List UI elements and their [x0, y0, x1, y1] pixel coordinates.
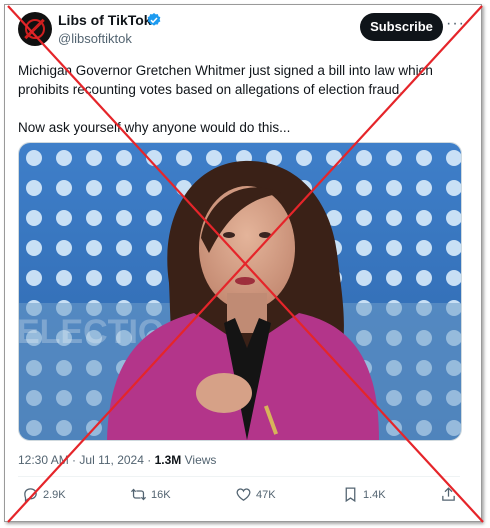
avatar[interactable] — [18, 12, 52, 46]
tweet-date[interactable]: Jul 11, 2024 — [79, 453, 144, 467]
reply-count: 2.9K — [43, 488, 66, 501]
more-options-icon[interactable]: ··· — [446, 15, 465, 33]
views-label: Views — [184, 453, 217, 467]
bookmark-icon — [345, 487, 356, 503]
tweet-text-paragraph-1: Michigan Governor Gretchen Whitmer just … — [18, 63, 433, 97]
repost-count: 16K — [151, 488, 171, 501]
account-handle[interactable]: @libsoftiktok — [58, 31, 132, 46]
meta-separator: · — [72, 453, 77, 467]
share-icon[interactable] — [440, 486, 457, 503]
like-button[interactable]: 47K — [235, 486, 276, 503]
repost-icon — [130, 488, 147, 501]
subscribe-button[interactable]: Subscribe — [360, 13, 443, 41]
photo-illustration: ELECTIO — [19, 143, 461, 440]
bookmark-count: 1.4K — [363, 488, 386, 501]
reply-button[interactable]: 2.9K — [22, 486, 66, 503]
divider — [18, 476, 460, 477]
account-name[interactable]: Libs of TikTok — [58, 12, 152, 28]
heart-icon — [236, 488, 251, 501]
verified-badge-icon — [147, 13, 161, 26]
views-count: 1.3M — [154, 453, 182, 467]
tweet-meta: 12:30 AM · Jul 11, 2024 · 1.3M Views — [18, 453, 216, 467]
tweet-text: Michigan Governor Gretchen Whitmer just … — [18, 61, 458, 137]
tweet-time[interactable]: 12:30 AM — [18, 453, 69, 467]
bookmark-button[interactable]: 1.4K — [342, 486, 386, 503]
meta-separator-2: · — [147, 453, 152, 467]
reply-icon — [24, 488, 37, 503]
tweet-photo[interactable]: ELECTIO — [18, 142, 462, 441]
like-count: 47K — [256, 488, 276, 501]
tweet-text-paragraph-2: Now ask yourself why anyone would do thi… — [18, 120, 291, 135]
repost-button[interactable]: 16K — [130, 486, 171, 503]
